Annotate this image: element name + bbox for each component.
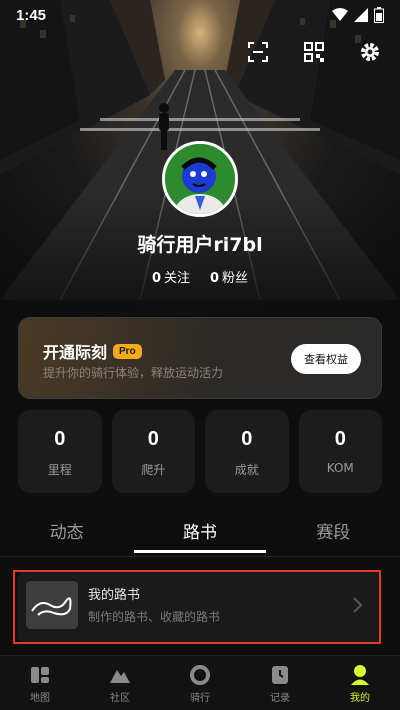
route-card-title: 我的路书 bbox=[88, 588, 141, 603]
following-label: 关注 bbox=[163, 271, 190, 286]
stat-climb[interactable]: 0 爬升 bbox=[111, 410, 195, 493]
stat-label: 爬升 bbox=[141, 463, 166, 477]
profile-icon bbox=[348, 663, 372, 687]
avatar[interactable] bbox=[162, 141, 238, 217]
route-thumbnail bbox=[26, 581, 78, 629]
stat-label: 里程 bbox=[47, 463, 72, 477]
stat-achievements[interactable]: 0 成就 bbox=[205, 410, 289, 493]
tab-routes[interactable]: 路书 bbox=[133, 518, 266, 554]
stat-kom[interactable]: 0 KOM bbox=[298, 410, 382, 493]
wifi-icon bbox=[332, 8, 348, 21]
following-count: 0 bbox=[151, 271, 161, 286]
stat-value: 0 bbox=[241, 428, 253, 450]
signal-icon bbox=[354, 8, 368, 22]
status-icons bbox=[332, 7, 384, 23]
nav-label: 骑行 bbox=[190, 693, 210, 704]
view-benefits-button[interactable]: 查看权益 bbox=[291, 344, 361, 374]
my-routes-card[interactable]: 我的路书 制作的路书、收藏的路书 bbox=[18, 572, 382, 642]
bottom-navigation: 地图 社区 骑行 记录 我的 bbox=[0, 655, 400, 710]
avatar-character-icon bbox=[165, 144, 235, 214]
nav-label: 地图 bbox=[30, 693, 50, 704]
status-time: 1:45 bbox=[16, 6, 47, 24]
community-icon bbox=[108, 663, 132, 687]
followers-count-link[interactable]: 0 粉丝 bbox=[210, 267, 248, 286]
scan-icon[interactable] bbox=[246, 40, 270, 64]
pro-subtitle: 提升你的骑行体验，释放运动活力 bbox=[43, 366, 224, 380]
tab-segments[interactable]: 赛段 bbox=[267, 518, 400, 554]
pro-title: 开通际刻 Pro bbox=[43, 339, 142, 363]
pro-badge: Pro bbox=[113, 343, 142, 359]
stat-value: 0 bbox=[54, 428, 66, 450]
ride-icon bbox=[188, 663, 212, 687]
following-count-link[interactable]: 0 关注 bbox=[152, 267, 190, 286]
active-tab-indicator bbox=[134, 550, 266, 553]
stat-label: 成就 bbox=[234, 463, 259, 477]
qr-code-icon[interactable] bbox=[302, 40, 326, 64]
status-bar: 1:45 bbox=[0, 0, 400, 30]
username: 骑行用户ri7bl bbox=[137, 234, 263, 256]
stat-value: 0 bbox=[334, 428, 346, 450]
stat-mileage[interactable]: 0 里程 bbox=[18, 410, 102, 493]
content-tabs: 动态 路书 赛段 bbox=[0, 518, 400, 554]
chevron-right-icon bbox=[353, 597, 363, 613]
nav-label: 记录 bbox=[270, 693, 290, 704]
nav-item-record[interactable]: 记录 bbox=[240, 656, 320, 710]
top-actions bbox=[246, 40, 382, 64]
route-card-subtitle: 制作的路书、收藏的路书 bbox=[88, 610, 221, 624]
nav-item-community[interactable]: 社区 bbox=[80, 656, 160, 710]
nav-label: 我的 bbox=[350, 693, 370, 704]
stat-label: KOM bbox=[326, 461, 354, 475]
ride-stats: 0 里程 0 爬升 0 成就 0 KOM bbox=[18, 410, 382, 493]
followers-label: 粉丝 bbox=[222, 271, 249, 286]
nav-item-profile[interactable]: 我的 bbox=[320, 656, 400, 710]
map-icon bbox=[28, 663, 52, 687]
follow-stats: 0 关注 0 粉丝 bbox=[0, 267, 400, 286]
stat-value: 0 bbox=[147, 428, 159, 450]
pro-membership-card[interactable]: 开通际刻 Pro 提升你的骑行体验，释放运动活力 查看权益 bbox=[18, 317, 382, 399]
followers-count: 0 bbox=[210, 271, 220, 286]
record-icon bbox=[268, 663, 292, 687]
nav-item-map[interactable]: 地图 bbox=[0, 656, 80, 710]
battery-icon bbox=[374, 7, 384, 23]
nav-label: 社区 bbox=[110, 693, 130, 704]
nav-item-ride[interactable]: 骑行 bbox=[160, 656, 240, 710]
tabs-divider bbox=[0, 556, 400, 557]
settings-gear-icon[interactable] bbox=[358, 40, 382, 64]
tab-feed[interactable]: 动态 bbox=[0, 518, 133, 554]
pro-title-text: 开通际刻 bbox=[43, 343, 108, 362]
